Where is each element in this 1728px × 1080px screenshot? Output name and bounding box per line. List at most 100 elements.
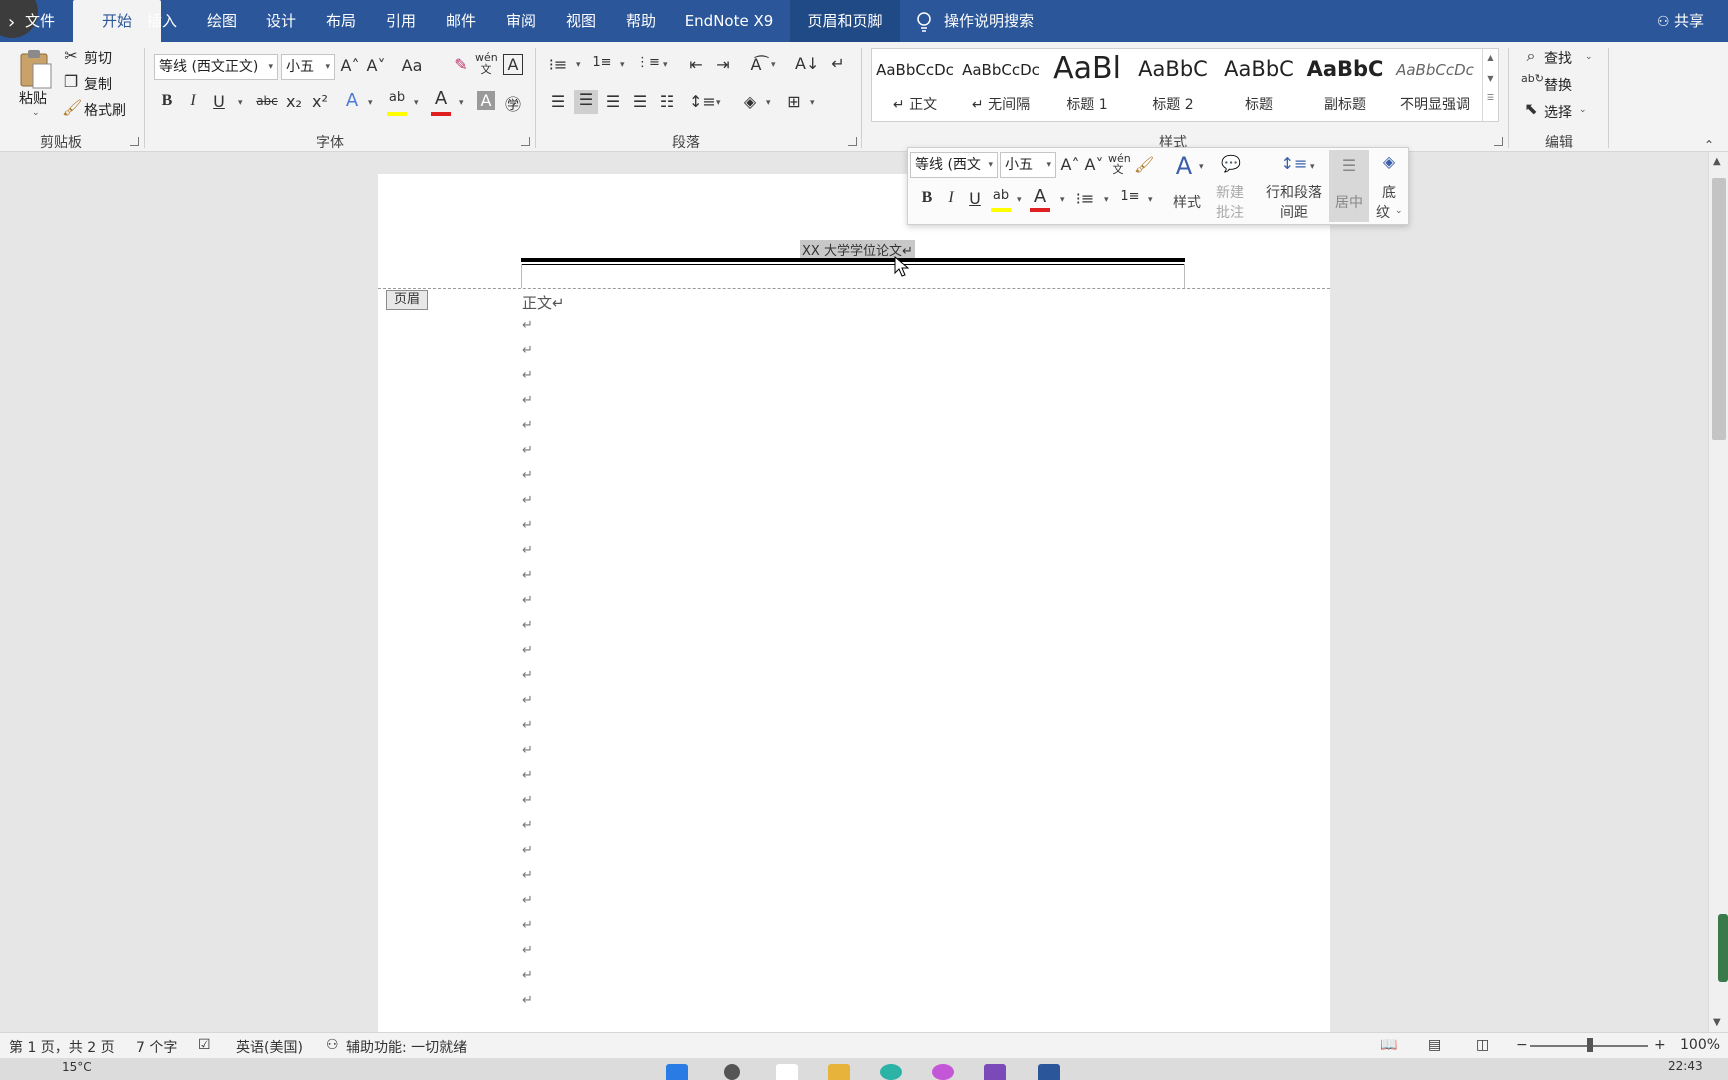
justify-icon[interactable]: ☰ xyxy=(629,92,651,111)
align-right-icon[interactable]: ☰ xyxy=(602,92,624,111)
app-icon[interactable] xyxy=(932,1064,954,1080)
align-left-icon[interactable]: ☰ xyxy=(547,92,569,111)
replace-button[interactable]: 替换 xyxy=(1544,75,1572,95)
task-view-icon[interactable] xyxy=(776,1064,798,1080)
chevron-down-icon[interactable]: ▼ xyxy=(1483,74,1498,83)
weather-temperature[interactable]: 15°C xyxy=(62,1060,92,1074)
document-page[interactable]: XX 大学学位论文↵ 页眉 正文↵ ↵ ↵ ↵ ↵ ↵ ↵ ↵ ↵ ↵ ↵ ↵ ↵ ↵ ↵ ↵ ↵ ↵ ↵ ↵ ↵ ↵ ↵… xyxy=(378,174,1330,1044)
collapse-ribbon-icon[interactable]: ⌃ xyxy=(1704,138,1714,152)
chevron-down-icon[interactable]: ▾ xyxy=(1017,195,1022,205)
chevron-down-icon[interactable]: ▾ xyxy=(1104,195,1109,205)
enclose-characters-icon[interactable]: ㊫ xyxy=(503,91,523,115)
italic-icon[interactable]: I xyxy=(184,92,202,110)
distributed-icon[interactable]: ☷ xyxy=(656,92,678,111)
chevron-down-icon[interactable]: ▾ xyxy=(1199,162,1204,172)
copy-button[interactable]: 复制 xyxy=(84,74,112,94)
tell-me-search[interactable]: 操作说明搜索 xyxy=(944,0,1064,42)
superscript-icon[interactable]: x² xyxy=(310,92,330,111)
numbering-icon[interactable]: 1≡ xyxy=(590,55,614,70)
tab-view[interactable]: 视图 xyxy=(559,0,603,42)
zoom-slider-knob[interactable] xyxy=(1587,1038,1593,1052)
chevron-down-icon[interactable]: ▾ xyxy=(459,98,464,108)
font-color-icon[interactable]: A xyxy=(1030,186,1050,207)
style-subtitle[interactable]: AaBbC 副标题 xyxy=(1302,49,1388,121)
format-painter-icon[interactable]: 🖌 xyxy=(1134,155,1154,174)
align-center-icon[interactable]: ☰ xyxy=(574,90,598,114)
chevron-down-icon[interactable]: ▾ xyxy=(716,98,721,108)
word-count[interactable]: 7 个字 xyxy=(136,1037,177,1057)
bullets-icon[interactable]: ⁝≡ xyxy=(1074,189,1096,208)
zoom-out-icon[interactable]: − xyxy=(1516,1037,1528,1053)
line-spacing-icon[interactable]: ↕≡ xyxy=(1280,154,1308,173)
styles-launcher[interactable] xyxy=(1494,137,1503,146)
select-button[interactable]: 选择 xyxy=(1544,102,1572,122)
start-icon[interactable] xyxy=(666,1064,688,1080)
style-heading-1[interactable]: AaBl 标题 1 xyxy=(1044,49,1130,121)
chevron-down-icon[interactable]: ▾ xyxy=(414,98,419,108)
chinese-layout-icon[interactable]: A͡ xyxy=(745,55,767,74)
style-subtle-emphasis[interactable]: AaBbCcDc 不明显强调 xyxy=(1388,49,1482,121)
print-layout-icon[interactable]: ▤ xyxy=(1428,1037,1441,1053)
scroll-down-icon[interactable]: ▼ xyxy=(1713,1017,1721,1028)
find-button[interactable]: 查找 xyxy=(1544,48,1572,68)
paste-button[interactable]: 粘贴 xyxy=(19,88,47,108)
format-painter-button[interactable]: 格式刷 xyxy=(84,100,126,120)
borders-icon[interactable]: ⊞ xyxy=(783,92,805,111)
chevron-down-icon[interactable]: ⌄ xyxy=(1579,105,1587,115)
italic-icon[interactable]: I xyxy=(942,189,960,207)
chevron-down-icon[interactable]: ▾ xyxy=(368,98,373,108)
mini-size-combo[interactable]: 小五 ▾ xyxy=(1000,152,1056,178)
web-layout-icon[interactable]: ◫ xyxy=(1476,1037,1489,1053)
grow-font-icon[interactable]: A˄ xyxy=(340,56,360,75)
underline-icon[interactable]: U xyxy=(210,92,228,111)
app-icon[interactable] xyxy=(984,1064,1006,1080)
subscript-icon[interactable]: x₂ xyxy=(284,92,304,111)
font-color-icon[interactable]: A xyxy=(431,88,451,109)
style-normal[interactable]: AaBbCcDc ↵ 正文 xyxy=(872,49,958,121)
chevron-down-icon[interactable]: ▾ xyxy=(1310,162,1315,172)
center-button[interactable]: ☰ 居中 xyxy=(1329,150,1369,222)
tab-review[interactable]: 审阅 xyxy=(499,0,543,42)
shrink-font-icon[interactable]: A˅ xyxy=(1084,155,1104,174)
phonetic-guide-icon[interactable]: wén 文 xyxy=(475,52,498,76)
zoom-level[interactable]: 100% xyxy=(1680,1037,1720,1053)
cut-button[interactable]: 剪切 xyxy=(84,48,112,68)
clipboard-launcher[interactable] xyxy=(130,137,139,146)
chevron-up-icon[interactable]: ▲ xyxy=(1483,53,1498,62)
font-launcher[interactable] xyxy=(521,137,530,146)
style-no-spacing[interactable]: AaBbCcDc ↵ 无间隔 xyxy=(958,49,1044,121)
numbering-icon[interactable]: 1≡ xyxy=(1119,189,1141,204)
shading-bucket-icon[interactable]: ◈ xyxy=(739,92,761,111)
chevron-down-icon[interactable]: ▾ xyxy=(238,98,243,108)
vertical-scrollbar[interactable]: ▲ ▼ xyxy=(1708,152,1728,1032)
increase-indent-icon[interactable]: ⇥ xyxy=(711,55,735,74)
bold-icon[interactable]: B xyxy=(158,92,176,110)
edge-icon[interactable] xyxy=(880,1064,902,1080)
language-indicator[interactable]: 英语(美国) xyxy=(236,1037,303,1057)
highlight-icon[interactable]: ab xyxy=(990,188,1012,203)
character-border-icon[interactable]: A xyxy=(503,54,523,75)
shrink-font-icon[interactable]: A˅ xyxy=(366,56,386,75)
chevron-down-icon[interactable]: ▾ xyxy=(1148,195,1153,205)
strikethrough-icon[interactable]: abc xyxy=(255,94,279,108)
tab-design[interactable]: 设计 xyxy=(259,0,303,42)
chevron-down-icon[interactable]: ▾ xyxy=(663,60,668,70)
style-title[interactable]: AaBbC 标题 xyxy=(1216,49,1302,121)
paragraph-launcher[interactable] xyxy=(848,137,857,146)
tab-file[interactable]: 文件 xyxy=(20,0,60,42)
chevron-down-icon[interactable]: ▾ xyxy=(576,60,581,70)
tab-mailings[interactable]: 邮件 xyxy=(439,0,483,42)
show-marks-icon[interactable]: ↵ xyxy=(828,54,848,73)
paste-dropdown[interactable]: ⌄ xyxy=(32,108,40,118)
bullets-icon[interactable]: ⁝≡ xyxy=(547,55,569,74)
scroll-up-icon[interactable]: ▲ xyxy=(1713,156,1721,167)
tab-layout[interactable]: 布局 xyxy=(319,0,363,42)
body-first-line[interactable]: 正文↵ xyxy=(522,292,565,313)
tab-insert[interactable]: 插入 xyxy=(140,0,184,42)
font-name-combo[interactable]: 等线 (西文正文) ▾ xyxy=(154,54,278,80)
file-explorer-icon[interactable] xyxy=(828,1064,850,1080)
proofing-icon[interactable]: ☑ xyxy=(198,1037,211,1053)
styles-scroll[interactable]: ▲ ▼ ☰ xyxy=(1482,49,1498,121)
line-spacing-icon[interactable]: ↕≡ xyxy=(689,92,716,111)
mini-font-combo[interactable]: 等线 (西文 ▾ xyxy=(910,152,998,178)
